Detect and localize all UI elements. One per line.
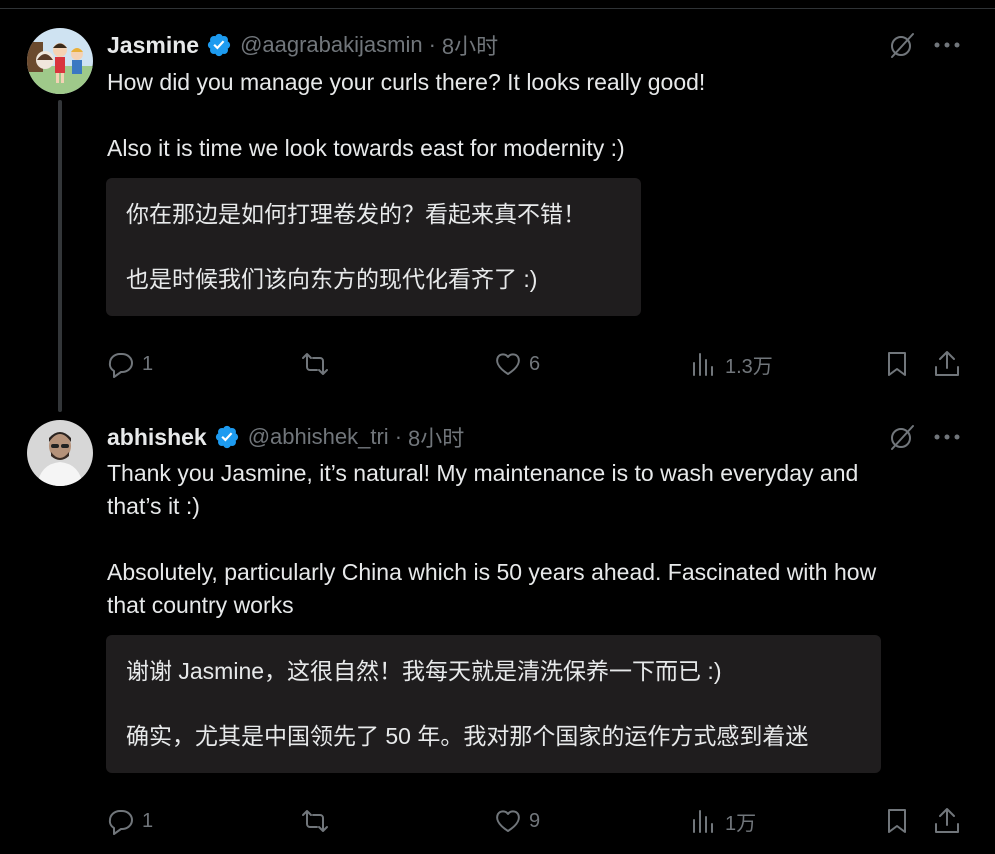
reply-button[interactable]: 1 [106,349,153,379]
avatar[interactable] [27,28,93,94]
retweet-icon [302,353,328,375]
reply-icon [108,353,133,378]
bookmark-icon [888,352,906,376]
more-options-icon[interactable] [933,432,961,442]
views-count: 1万 [725,812,757,835]
views-chart-icon [693,810,713,833]
reply-button[interactable]: 1 [106,806,153,836]
heart-icon [496,353,520,375]
share-icon [935,808,959,833]
views-count: 1.3万 [725,355,773,378]
grok-icon[interactable] [887,30,917,60]
translation-box: 你在那边是如何打理卷发的？看起来真不错！ 也是时候我们该向东方的现代化看齐了 :… [106,178,641,316]
reply-icon [108,810,133,835]
display-name[interactable]: abhishek [107,424,207,451]
user-handle[interactable]: @abhishek_tri [248,424,389,450]
bookmark-icon [888,809,906,833]
verified-badge-icon [215,425,238,449]
retweet-button[interactable] [300,349,336,379]
tweet-header: Jasmine @aagrabakijasmin · 8小时 [107,30,498,60]
tweet-text-line: Also it is time we look towards east for… [107,135,625,161]
like-button[interactable]: 6 [493,349,540,379]
reply-count: 1 [142,809,154,832]
avatar-cartoon-image [27,28,93,94]
translation-line: 确实，尤其是中国领先了 50 年。我对那个国家的运作方式感到着迷 [126,723,809,749]
user-handle[interactable]: @aagrabakijasmin [240,32,423,58]
retweet-button[interactable] [300,806,336,836]
timestamp[interactable]: 8小时 [408,421,464,453]
heart-icon [496,810,520,832]
tweet-actions: 1 9 1万 [0,806,995,840]
tweet-actions: 1 6 1.3万 [0,349,995,383]
views-button[interactable]: 1.3万 [689,349,773,379]
bookmark-button[interactable] [882,806,912,836]
retweet-icon [302,810,328,832]
reply-count: 1 [142,352,154,375]
like-count: 6 [529,352,541,375]
tweet-text-line: Absolutely, particularly China which is … [107,559,877,585]
grok-icon[interactable] [887,422,917,452]
tweet-text-line: that’s it :) [107,493,200,519]
tweet-text-line: How did you manage your curls there? It … [107,69,706,95]
separator-dot: · [394,424,403,449]
views-chart-icon [693,353,713,376]
avatar-photo-image [27,420,93,486]
translation-line: 谢谢 Jasmine，这很自然！我每天就是清洗保养一下而已 :) [126,658,722,684]
separator-dot: · [428,32,436,57]
translation-box: 谢谢 Jasmine，这很自然！我每天就是清洗保养一下而已 :) 确实，尤其是中… [106,635,881,773]
display-name[interactable]: Jasmine [107,32,199,59]
bookmark-button[interactable] [882,349,912,379]
share-button[interactable] [932,349,962,379]
tweet-header: abhishek @abhishek_tri · 8小时 [107,422,464,452]
timestamp[interactable]: 8小时 [442,29,498,61]
tweet-text-line: Thank you Jasmine, it’s natural! My main… [107,460,859,486]
more-options-icon[interactable] [933,40,961,50]
translation-line: 你在那边是如何打理卷发的？看起来真不错！ [126,201,586,227]
share-icon [935,351,959,376]
verified-badge-icon [207,33,231,57]
like-button[interactable]: 9 [493,806,540,836]
translation-line: 也是时候我们该向东方的现代化看齐了 :) [126,266,538,292]
views-button[interactable]: 1万 [689,806,756,836]
share-button[interactable] [932,806,962,836]
top-divider [0,8,995,9]
like-count: 9 [529,809,541,832]
tweet-text-line: that country works [107,592,294,618]
avatar[interactable] [27,420,93,486]
